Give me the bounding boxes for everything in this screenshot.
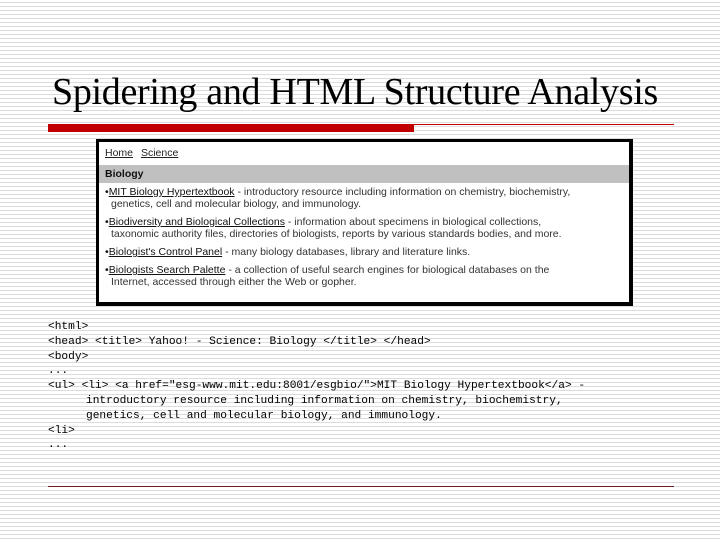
html-source-code: <html> <head> <title> Yahoo! - Science: …	[48, 320, 698, 453]
entry-description-cont: Internet, accessed through either the We…	[111, 276, 357, 288]
code-line: <li>	[48, 424, 75, 437]
code-line: ...	[48, 439, 69, 452]
entry-link[interactable]: Biologists Search Palette	[109, 264, 226, 276]
entry-description: - many biology databases, library and li…	[222, 246, 471, 258]
code-line: genetics, cell and molecular biology, an…	[86, 409, 442, 422]
code-line: <body>	[48, 350, 89, 363]
entry-description-cont: genetics, cell and molecular biology, an…	[111, 198, 361, 210]
entry-link[interactable]: Biodiversity and Biological Collections	[109, 216, 285, 228]
entry-description: - introductory resource including inform…	[234, 186, 571, 198]
entry-link[interactable]: MIT Biology Hypertextbook	[109, 186, 235, 198]
entry-description: - a collection of useful search engines …	[225, 264, 550, 276]
code-line: introductory resource including informat…	[86, 394, 563, 407]
bottom-divider	[48, 486, 674, 487]
breadcrumb-science[interactable]: Science	[141, 147, 178, 159]
list-item: •Biologists Search Palette - a collectio…	[105, 264, 623, 288]
entry-link[interactable]: Biologist's Control Panel	[109, 246, 222, 258]
list-item: •Biologist's Control Panel - many biolog…	[105, 246, 623, 258]
list-item: •MIT Biology Hypertextbook - introductor…	[105, 186, 623, 210]
code-line: <ul> <li> <a href="esg-www.mit.edu:8001/…	[48, 380, 586, 393]
entry-description-cont: taxonomic authority files, directories o…	[111, 228, 562, 240]
code-line: ...	[48, 365, 69, 378]
breadcrumb: Home Science	[99, 142, 629, 163]
code-line: <head> <title> Yahoo! - Science: Biology…	[48, 335, 431, 348]
code-line: <html>	[48, 321, 89, 333]
entry-list: •MIT Biology Hypertextbook - introductor…	[99, 183, 629, 288]
list-item: •Biodiversity and Biological Collections…	[105, 216, 623, 240]
entry-description: - information about specimens in biologi…	[284, 216, 542, 228]
title-accent-bar	[48, 124, 414, 132]
slide-title: Spidering and HTML Structure Analysis	[52, 71, 658, 113]
category-header: Biology	[99, 165, 629, 183]
yahoo-page-screenshot: Home Science Biology •MIT Biology Hypert…	[96, 139, 633, 306]
breadcrumb-home[interactable]: Home	[105, 147, 133, 159]
